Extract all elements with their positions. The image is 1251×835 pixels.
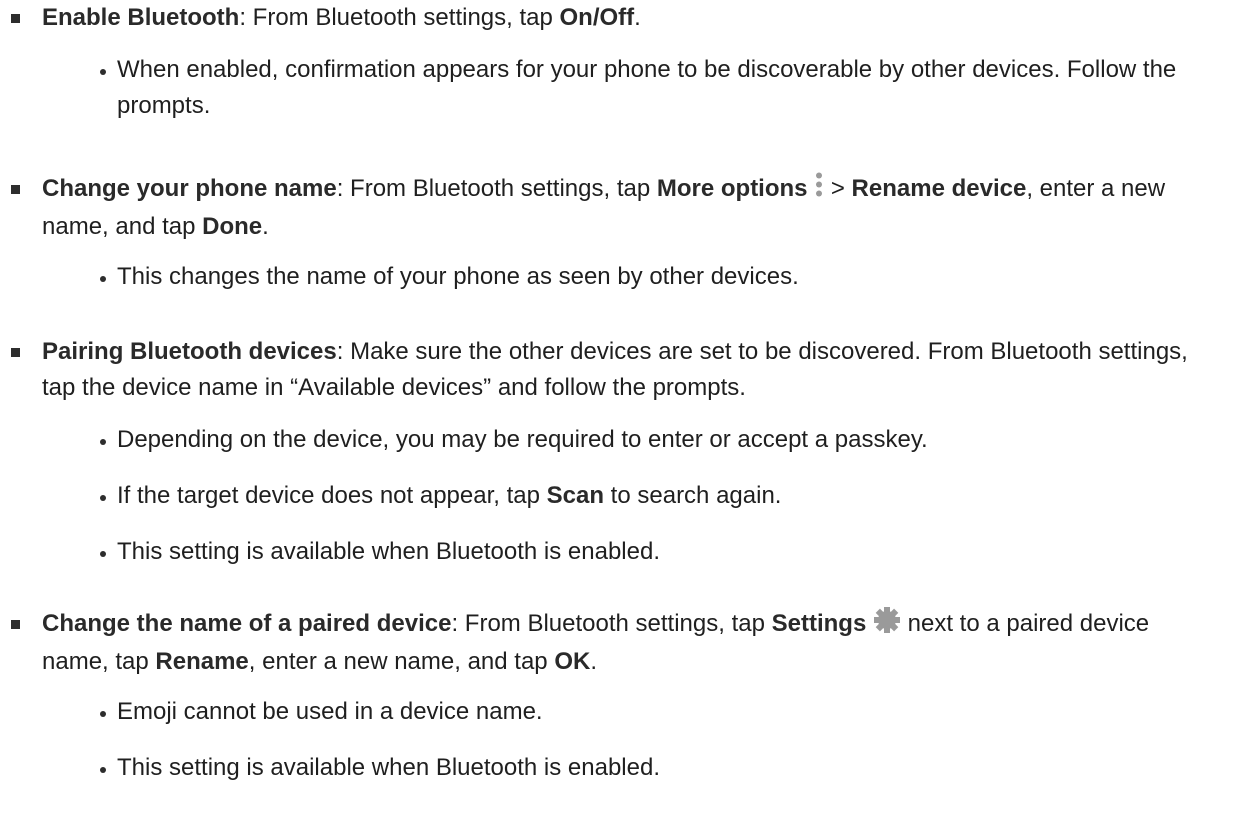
sub-item: When enabled, confirmation appears for y…	[100, 52, 1227, 124]
document-page: Enable Bluetooth: From Bluetooth setting…	[0, 0, 1251, 835]
round-bullet	[100, 69, 106, 75]
item-title: Change your phone name	[42, 175, 337, 202]
list-item-change-phone-name: Change your phone name: From Bluetooth s…	[11, 171, 1237, 245]
round-bullet	[100, 495, 106, 501]
list-item-text: Enable Bluetooth: From Bluetooth setting…	[11, 0, 1232, 36]
item-title: Enable Bluetooth	[42, 4, 240, 31]
round-bullet	[100, 767, 106, 773]
item-title: Change the name of a paired device	[42, 610, 452, 637]
round-bullet	[100, 551, 106, 557]
list-item-text: Change your phone name: From Bluetooth s…	[11, 171, 1237, 245]
sub-item: Depending on the device, you may be requ…	[100, 422, 1227, 458]
round-bullet	[100, 439, 106, 445]
item-title: Pairing Bluetooth devices	[42, 338, 337, 365]
sub-item: This setting is available when Bluetooth…	[100, 534, 1227, 570]
square-bullet	[11, 14, 20, 23]
square-bullet	[11, 185, 20, 194]
round-bullet	[100, 711, 106, 717]
list-item-text: Pairing Bluetooth devices: Make sure the…	[11, 334, 1222, 406]
list-item-rename-paired-device: Change the name of a paired device: From…	[11, 606, 1222, 680]
sub-item: This changes the name of your phone as s…	[100, 259, 1227, 295]
more-options-icon	[814, 172, 824, 209]
square-bullet	[11, 620, 20, 629]
gear-icon	[873, 607, 901, 644]
square-bullet	[11, 348, 20, 357]
list-item-text: Change the name of a paired device: From…	[11, 606, 1222, 680]
round-bullet	[100, 276, 106, 282]
sub-item: If the target device does not appear, ta…	[100, 478, 1227, 514]
list-item-enable-bluetooth: Enable Bluetooth: From Bluetooth setting…	[11, 0, 1232, 36]
sub-item: Emoji cannot be used in a device name.	[100, 694, 1227, 730]
sub-item: This setting is available when Bluetooth…	[100, 750, 1227, 786]
list-item-pairing-devices: Pairing Bluetooth devices: Make sure the…	[11, 334, 1222, 406]
